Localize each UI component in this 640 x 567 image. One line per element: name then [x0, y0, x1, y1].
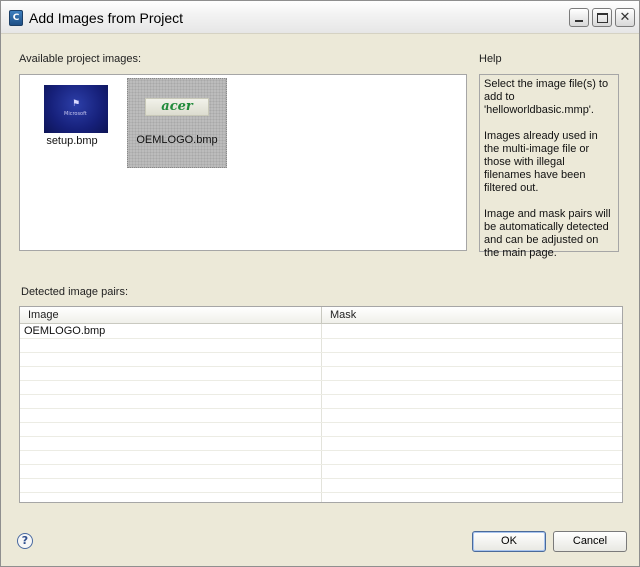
minimize-button[interactable] [569, 8, 589, 27]
image-cell [20, 493, 321, 502]
help-paragraph: Images already used in the multi-image f… [484, 130, 598, 194]
mask-cell [322, 409, 622, 423]
image-cell [20, 339, 321, 353]
mask-cell [322, 325, 622, 339]
title-bar[interactable]: C Add Images from Project ✕ [1, 1, 639, 34]
mask-cell [322, 395, 622, 409]
add-images-dialog: C Add Images from Project ✕ Available pr… [0, 0, 640, 567]
table-row[interactable] [20, 339, 622, 353]
column-header-image[interactable]: Image [20, 307, 321, 324]
close-button[interactable]: ✕ [615, 8, 635, 27]
mask-cell [322, 423, 622, 437]
dialog-title: Add Images from Project [29, 10, 184, 26]
table-row[interactable] [20, 493, 622, 502]
table-row[interactable] [20, 353, 622, 367]
mask-cell [322, 451, 622, 465]
image-cell [20, 381, 321, 395]
image-cell [20, 437, 321, 451]
windows-setup-image: ⚑ Microsoft [44, 85, 108, 133]
table-body: OEMLOGO.bmp [20, 325, 622, 502]
image-cell: OEMLOGO.bmp [24, 325, 106, 337]
image-pairs-table[interactable]: Image Mask OEMLOGO.bmp [19, 306, 623, 503]
image-cell [20, 423, 321, 437]
minimize-icon [575, 20, 583, 22]
help-text-box: Select the image file(s) to add to 'hell… [479, 74, 619, 259]
table-row[interactable]: OEMLOGO.bmp [20, 325, 622, 339]
table-row[interactable] [20, 367, 622, 381]
image-item-label: setup.bmp [46, 135, 98, 147]
help-label: Help [479, 53, 502, 65]
help-paragraph: Image and mask pairs will be automatical… [484, 208, 611, 259]
acer-logo-image: acer [145, 98, 209, 116]
image-item-oemlogo[interactable]: acer OEMLOGO.bmp [127, 78, 227, 168]
image-cell [20, 353, 321, 367]
image-item-label: OEMLOGO.bmp [136, 134, 218, 146]
app-icon: C [9, 10, 23, 26]
mask-cell [322, 465, 622, 479]
table-row[interactable] [20, 409, 622, 423]
available-images-list[interactable]: ⚑ Microsoft setup.bmp acer OEMLOGO.bmp [19, 74, 467, 251]
help-icon[interactable]: ? [17, 533, 33, 549]
maximize-button[interactable] [592, 8, 612, 27]
mask-cell [322, 339, 622, 353]
available-images-label: Available project images: [19, 53, 142, 65]
mask-cell [322, 437, 622, 451]
image-cell [20, 451, 321, 465]
maximize-icon [597, 13, 608, 23]
mask-cell [322, 381, 622, 395]
image-cell [20, 367, 321, 381]
table-row[interactable] [20, 451, 622, 465]
table-row[interactable] [20, 423, 622, 437]
table-row[interactable] [20, 437, 622, 451]
mask-cell [322, 353, 622, 367]
image-cell [20, 479, 321, 493]
mask-cell [322, 479, 622, 493]
image-cell [20, 395, 321, 409]
column-header-mask[interactable]: Mask [321, 307, 622, 324]
table-row[interactable] [20, 465, 622, 479]
mask-cell [322, 367, 622, 381]
image-cell [20, 409, 321, 423]
detected-pairs-label: Detected image pairs: [21, 286, 128, 298]
table-row[interactable] [20, 479, 622, 493]
table-row[interactable] [20, 381, 622, 395]
image-cell [20, 465, 321, 479]
close-icon: ✕ [619, 10, 631, 25]
cancel-button[interactable]: Cancel [553, 531, 627, 552]
table-header: Image Mask [20, 307, 622, 324]
mask-cell [322, 493, 622, 502]
image-item-setup[interactable]: ⚑ Microsoft setup.bmp [22, 77, 122, 167]
ok-button[interactable]: OK [472, 531, 546, 552]
table-row[interactable] [20, 395, 622, 409]
help-paragraph: Select the image file(s) to add to 'hell… [484, 78, 609, 116]
